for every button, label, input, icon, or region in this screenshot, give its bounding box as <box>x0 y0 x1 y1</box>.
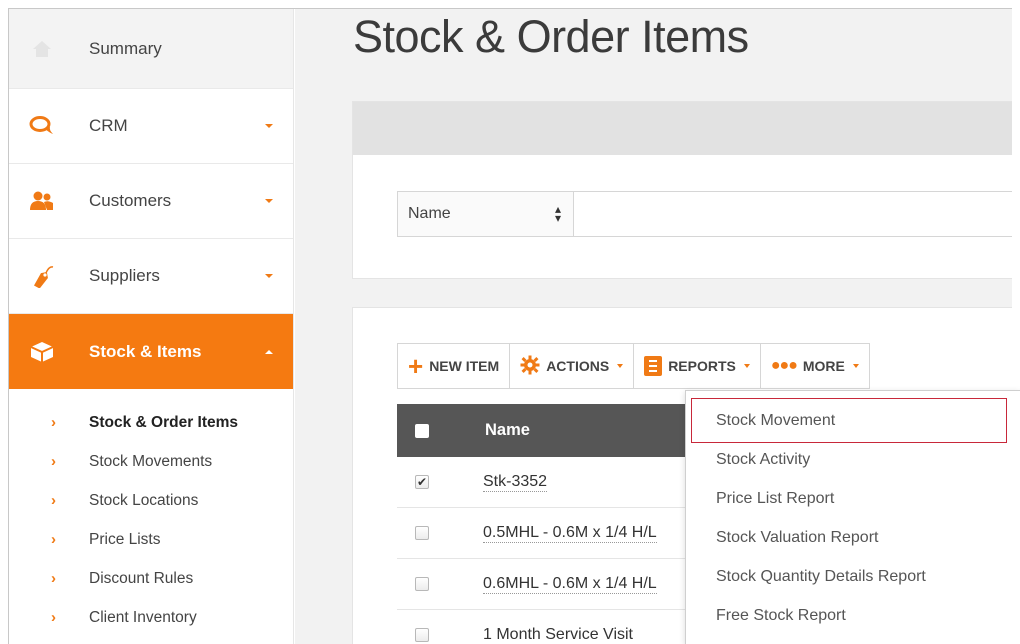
submenu-item-label: Discount Rules <box>89 569 194 587</box>
chevron-down-icon <box>265 199 273 203</box>
chevron-right-icon: › <box>51 531 56 548</box>
sidebar-item-label: Customers <box>89 191 172 210</box>
sidebar-item-suppliers[interactable]: Suppliers <box>9 239 293 314</box>
reports-label: REPORTS <box>668 358 736 374</box>
sidebar-item-label: Summary <box>89 38 162 58</box>
sidebar-item-summary[interactable]: Summary <box>9 9 293 89</box>
submenu-item-client-inventory[interactable]: › Client Inventory <box>9 598 293 637</box>
report-icon <box>644 356 663 376</box>
submenu-item-stock-locations[interactable]: › Stock Locations <box>9 481 293 520</box>
row-checkbox[interactable]: ✔ <box>415 475 429 489</box>
toolbar: + NEW ITEM ACTIONS REPORTS ●●● MORE <box>397 343 870 389</box>
sidebar-item-label: Suppliers <box>89 266 160 285</box>
row-checkbox[interactable] <box>415 526 429 540</box>
item-name-link[interactable]: Stk-3352 <box>483 473 548 492</box>
reports-dropdown-menu: Stock Movement Stock Activity Price List… <box>685 390 1020 644</box>
submenu-item-label: Stock & Order Items <box>89 413 239 431</box>
select-all-checkbox[interactable] <box>415 423 429 438</box>
row-checkbox[interactable] <box>415 628 429 642</box>
page-title: Stock & Order Items <box>353 11 749 62</box>
chevron-down-icon <box>265 124 273 128</box>
table-row: ✔ Stk-3352 <box>397 457 687 508</box>
tag-icon <box>29 263 55 289</box>
chevron-right-icon: › <box>51 414 56 431</box>
actions-button[interactable]: ACTIONS <box>510 344 635 388</box>
home-icon <box>29 36 55 62</box>
submenu-item-stock-movements[interactable]: › Stock Movements <box>9 442 293 481</box>
items-table: Name ✔ Stk-3352 0.5MHL - 0.6M x 1/4 H/L … <box>397 404 687 644</box>
item-name-link[interactable]: 0.5MHL - 0.6M x 1/4 H/L <box>483 524 657 543</box>
chevron-up-icon <box>265 349 273 354</box>
menu-item-free-stock-report[interactable]: Free Stock Report <box>686 596 1020 635</box>
chevron-right-icon: › <box>51 492 56 509</box>
table-row: 1 Month Service Visit <box>397 610 687 644</box>
reports-button[interactable]: REPORTS <box>634 344 761 388</box>
stock-submenu: › Stock & Order Items › Stock Movements … <box>9 389 293 637</box>
table-header: Name <box>397 404 687 457</box>
submenu-item-label: Client Inventory <box>89 608 197 626</box>
users-icon <box>29 188 55 214</box>
filter-field-value: Name <box>408 205 451 222</box>
actions-label: ACTIONS <box>546 358 610 374</box>
chevron-right-icon: › <box>51 570 56 587</box>
filter-panel: Name ▴ ▾ <box>352 101 1012 279</box>
row-checkbox[interactable] <box>415 577 429 591</box>
chevron-down-icon <box>852 364 859 368</box>
chevron-right-icon: › <box>51 609 56 626</box>
submenu-item-price-lists[interactable]: › Price Lists <box>9 520 293 559</box>
filter-row: Name ▴ ▾ <box>397 191 1012 237</box>
submenu-item-discount-rules[interactable]: › Discount Rules <box>9 559 293 598</box>
sidebar-item-label: CRM <box>89 116 128 135</box>
table-row: 0.6MHL - 0.6M x 1/4 H/L <box>397 559 687 610</box>
sidebar-item-customers[interactable]: Customers <box>9 164 293 239</box>
menu-item-stock-valuation-report[interactable]: Stock Valuation Report <box>686 518 1020 557</box>
sidebar-item-crm[interactable]: CRM <box>9 89 293 164</box>
more-label: MORE <box>802 358 845 374</box>
item-name-link[interactable]: 0.6MHL - 0.6M x 1/4 H/L <box>483 575 657 594</box>
chevron-down-icon <box>265 274 273 278</box>
sidebar-item-stock-items[interactable]: Stock & Items <box>9 314 293 389</box>
box-icon <box>29 339 55 365</box>
new-item-label: NEW ITEM <box>429 358 500 374</box>
more-button[interactable]: ●●● MORE <box>761 344 869 388</box>
more-dots-icon: ●●● <box>770 357 798 374</box>
filter-value-input[interactable] <box>574 191 1012 237</box>
submenu-item-label: Stock Locations <box>89 491 199 509</box>
chevron-down-icon <box>743 364 750 368</box>
filter-panel-header <box>353 102 1012 155</box>
new-item-button[interactable]: + NEW ITEM <box>398 344 511 388</box>
submenu-item-stock-order-items[interactable]: › Stock & Order Items <box>9 403 293 442</box>
item-name-link[interactable]: 1 Month Service Visit <box>483 626 633 644</box>
menu-item-stock-movement[interactable]: Stock Movement <box>686 398 1020 443</box>
sidebar: Summary CRM Customers Suppliers Stock & … <box>9 9 294 644</box>
menu-item-stock-activity[interactable]: Stock Activity <box>686 440 1020 479</box>
sidebar-item-label: Stock & Items <box>89 341 202 361</box>
sort-arrows-icon: ▴ ▾ <box>554 202 561 225</box>
menu-item-stock-quantity-details-report[interactable]: Stock Quantity Details Report <box>686 557 1020 596</box>
submenu-item-label: Stock Movements <box>89 452 213 470</box>
submenu-item-label: Price Lists <box>89 530 161 548</box>
filter-field-select[interactable]: Name ▴ ▾ <box>397 191 574 237</box>
table-row: 0.5MHL - 0.6M x 1/4 H/L <box>397 508 687 559</box>
plus-icon: + <box>408 351 424 381</box>
menu-item-price-list-report[interactable]: Price List Report <box>686 479 1020 518</box>
chat-icon <box>29 113 55 139</box>
column-header-name[interactable]: Name <box>485 421 530 440</box>
chevron-down-icon <box>617 364 624 368</box>
gear-icon <box>520 355 540 378</box>
chevron-right-icon: › <box>51 453 56 470</box>
